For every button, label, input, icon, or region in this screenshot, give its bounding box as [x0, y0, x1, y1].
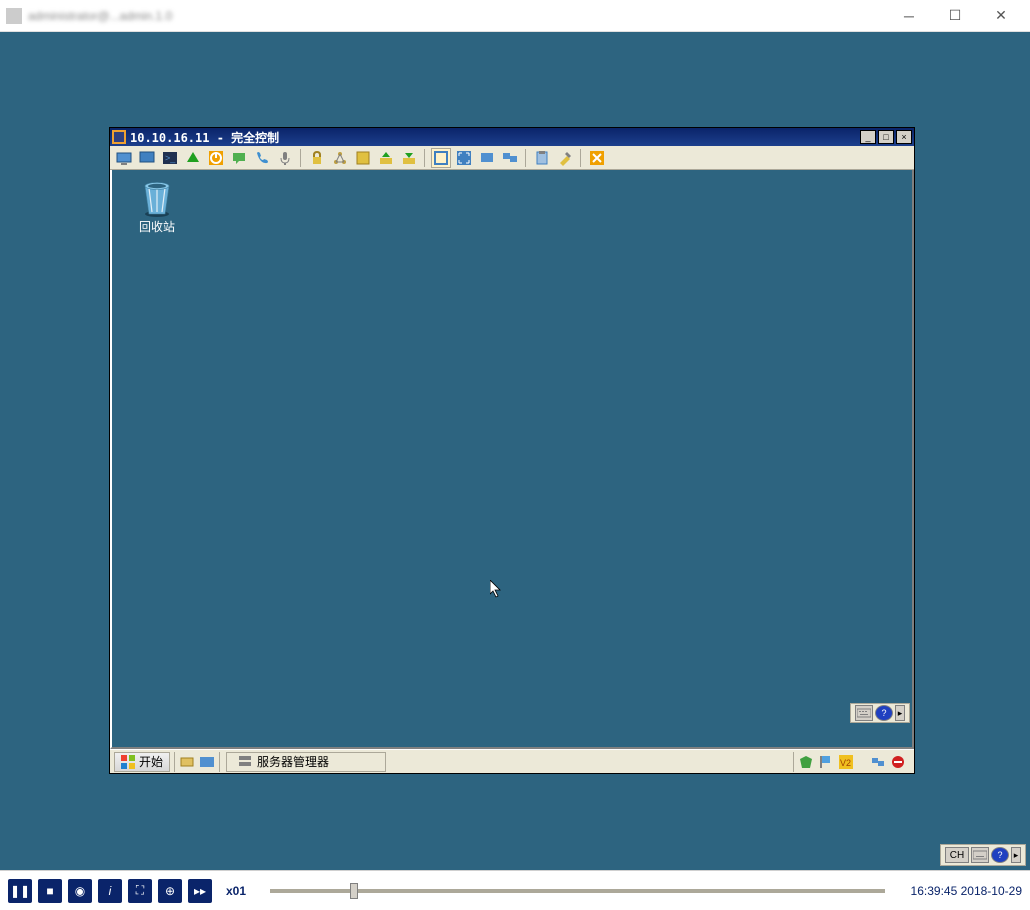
disconnect-icon[interactable] — [587, 148, 607, 168]
toolbar-separator — [424, 149, 426, 167]
svg-text:V2: V2 — [840, 758, 851, 768]
download-icon[interactable] — [399, 148, 419, 168]
remote-desktop[interactable]: 回收站 ? ▸ — [110, 170, 914, 749]
remote-close-button[interactable]: × — [896, 130, 912, 144]
speed-label: x01 — [226, 884, 246, 898]
recycle-bin-label: 回收站 — [130, 218, 184, 235]
terminal-icon[interactable]: >_ — [160, 148, 180, 168]
remote-inner-status: ? ▸ — [850, 703, 910, 723]
remote-taskbar: 开始 服务器管理器 V2 — [110, 749, 914, 773]
expand-icon[interactable]: ▸ — [895, 705, 905, 721]
app-title: administrator@...admin.1.0 — [28, 9, 172, 23]
system-tray: V2 — [793, 752, 910, 772]
settings-icon[interactable] — [353, 148, 373, 168]
remote-window-controls: _ □ × — [858, 130, 912, 144]
snapshot-button[interactable]: ◉ — [68, 879, 92, 903]
app-window: administrator@...admin.1.0 ─ ☐ ✕ 10.10.1… — [0, 0, 1030, 910]
toolbar-separator — [580, 149, 582, 167]
recycle-bin-icon — [139, 178, 175, 218]
recycle-bin[interactable]: 回收站 — [130, 178, 184, 235]
stop-button[interactable]: ■ — [38, 879, 62, 903]
app-icon — [6, 8, 22, 24]
window-controls: ─ ☐ ✕ — [886, 0, 1024, 32]
toolbar-separator — [525, 149, 527, 167]
outer-ime-status: CH ? ▸ — [940, 844, 1026, 866]
tray-security-icon[interactable] — [798, 754, 814, 770]
tray-network-vc-icon[interactable]: V2 — [838, 754, 854, 770]
task-label: 服务器管理器 — [257, 753, 329, 770]
remote-minimize-button[interactable]: _ — [860, 130, 876, 144]
window-mode-icon[interactable] — [431, 148, 451, 168]
windows-logo-icon — [121, 755, 135, 769]
task-server-manager[interactable]: 服务器管理器 — [226, 752, 386, 772]
remote-toolbar: >_ — [110, 146, 914, 170]
pause-button[interactable]: ❚❚ — [8, 879, 32, 903]
explorer-icon[interactable] — [179, 754, 195, 770]
quick-launch — [174, 752, 220, 772]
zoom-button[interactable]: ⊕ — [158, 879, 182, 903]
playback-timestamp: 16:39:45 2018-10-29 — [911, 884, 1022, 898]
power-icon[interactable] — [206, 148, 226, 168]
server-manager-icon — [237, 754, 253, 770]
desktop-show-icon[interactable] — [199, 754, 215, 770]
ime-ch-button[interactable]: CH — [945, 847, 969, 863]
cursor-icon — [490, 580, 502, 598]
fullscreen-button[interactable]: ⛶ — [128, 879, 152, 903]
upload-icon[interactable] — [376, 148, 396, 168]
tray-network-icon[interactable] — [870, 754, 886, 770]
app-body: 10.10.16.11 - 完全控制 _ □ × >_ — [0, 32, 1030, 870]
mic-icon[interactable] — [275, 148, 295, 168]
tools-icon[interactable] — [555, 148, 575, 168]
help-icon[interactable]: ? — [991, 847, 1009, 863]
start-button[interactable]: 开始 — [114, 752, 170, 772]
clipboard-icon[interactable] — [532, 148, 552, 168]
tray-volume-icon[interactable] — [890, 754, 906, 770]
keyboard-icon[interactable] — [855, 705, 873, 721]
minimize-button[interactable]: ─ — [886, 0, 932, 32]
lock-icon[interactable] — [307, 148, 327, 168]
close-button[interactable]: ✕ — [978, 0, 1024, 32]
remote-titlebar[interactable]: 10.10.16.11 - 完全控制 _ □ × — [110, 128, 914, 146]
remote-window: 10.10.16.11 - 完全控制 _ □ × >_ — [109, 127, 915, 774]
start-label: 开始 — [139, 753, 163, 770]
screen1-icon[interactable] — [477, 148, 497, 168]
desktop-icon[interactable] — [137, 148, 157, 168]
svg-text:>_: >_ — [165, 153, 176, 163]
tray-flag-icon[interactable] — [818, 754, 834, 770]
network-icon[interactable] — [330, 148, 350, 168]
seek-bar[interactable] — [270, 889, 885, 893]
maximize-button[interactable]: ☐ — [932, 0, 978, 32]
toolbar-separator — [300, 149, 302, 167]
send-icon[interactable] — [183, 148, 203, 168]
monitor-icon[interactable] — [114, 148, 134, 168]
remote-app-icon — [112, 130, 126, 144]
remote-title: 10.10.16.11 - 完全控制 — [130, 129, 279, 146]
multiscreen-icon[interactable] — [500, 148, 520, 168]
playback-bar: ❚❚ ■ ◉ i ⛶ ⊕ ▸▸ x01 16:39:45 2018-10-29 — [0, 870, 1030, 910]
chat-icon[interactable] — [229, 148, 249, 168]
expand-icon[interactable]: ▸ — [1011, 847, 1021, 863]
info-button[interactable]: i — [98, 879, 122, 903]
keyboard-icon[interactable] — [971, 847, 989, 863]
help-icon[interactable]: ? — [875, 705, 893, 721]
remote-maximize-button[interactable]: □ — [878, 130, 894, 144]
seek-thumb[interactable] — [350, 883, 358, 899]
fullscreen-icon[interactable] — [454, 148, 474, 168]
phone-icon[interactable] — [252, 148, 272, 168]
app-titlebar: administrator@...admin.1.0 ─ ☐ ✕ — [0, 0, 1030, 32]
fastforward-button[interactable]: ▸▸ — [188, 879, 212, 903]
